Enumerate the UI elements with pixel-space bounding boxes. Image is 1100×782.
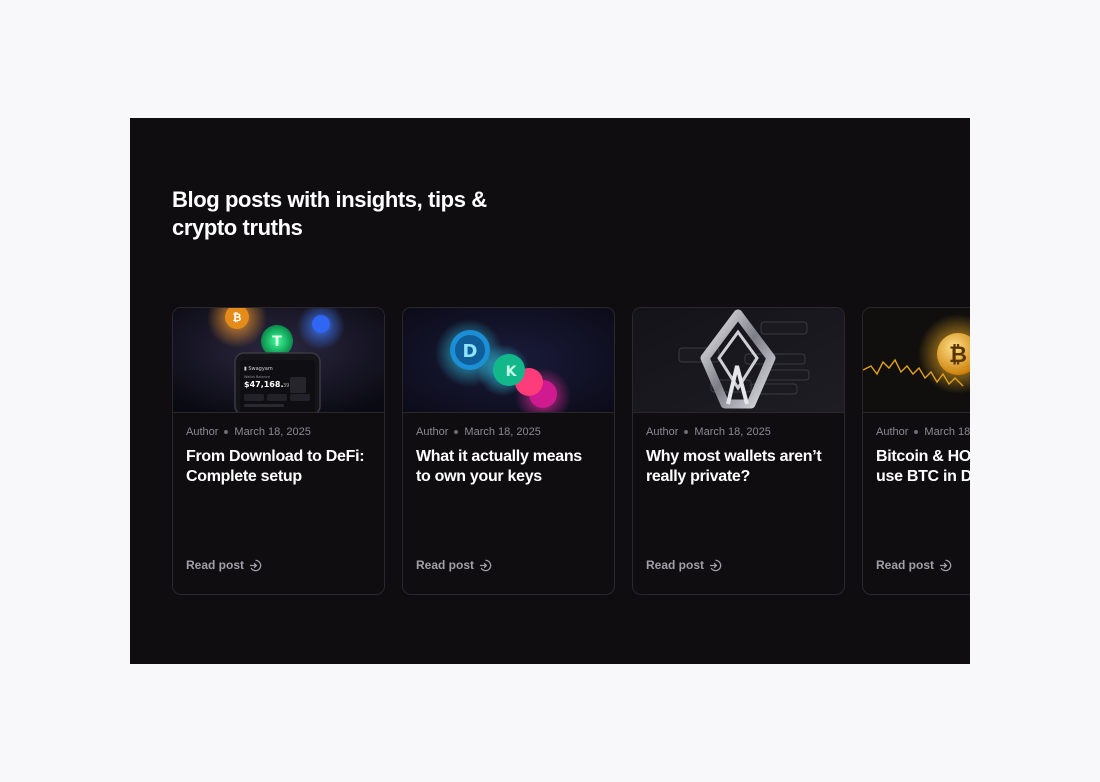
blog-card-meta: Author March 18, 2025: [416, 426, 541, 438]
post-author: Author: [646, 426, 679, 438]
wallet-balance-cents: 39: [283, 383, 289, 389]
meta-separator-dot: [224, 430, 229, 435]
svg-text:₿: ₿: [949, 343, 967, 368]
blog-card-image: ₿ T ▮ Swagyam Wallet Balance $47,168. 39: [173, 308, 384, 413]
read-post-link[interactable]: Read post: [646, 558, 722, 572]
blog-card-meta: Author March 18, 2025: [876, 426, 970, 438]
read-post-label: Read post: [186, 558, 245, 572]
arrow-enter-icon: [709, 559, 722, 571]
post-author: Author: [416, 426, 449, 438]
svg-text:T: T: [272, 334, 282, 350]
wallet-balance-text: $47,168.: [244, 380, 283, 389]
svg-text:K: K: [506, 364, 518, 380]
read-post-label: Read post: [646, 558, 705, 572]
blog-card[interactable]: D K Author March 18, 2025 What it actuall…: [402, 307, 615, 595]
blog-card[interactable]: Author March 18, 2025 Why most wallets ar…: [632, 307, 845, 595]
post-title[interactable]: Bitcoin & HOT: use BTC in DeFi: [876, 447, 970, 487]
read-post-link[interactable]: Read post: [416, 558, 492, 572]
post-date: March 18, 2025: [924, 426, 970, 438]
post-date: March 18, 2025: [464, 426, 541, 438]
meta-separator-dot: [684, 430, 689, 435]
svg-text:D: D: [463, 341, 478, 362]
blog-card-meta: Author March 18, 2025: [186, 426, 311, 438]
section-heading-line2: crypto truths: [172, 215, 303, 240]
svg-text:▮ Swagyam: ▮ Swagyam: [244, 366, 273, 372]
meta-separator-dot: [454, 430, 459, 435]
read-post-label: Read post: [416, 558, 475, 572]
blog-card[interactable]: ₿ Author March 18, 2025 Bitcoin & HOT: us…: [862, 307, 970, 595]
read-post-link[interactable]: Read post: [876, 558, 952, 572]
post-author: Author: [186, 426, 219, 438]
post-title[interactable]: Why most wallets aren’t really private?: [646, 447, 836, 487]
arrow-enter-icon: [939, 559, 952, 571]
blog-card-image: [633, 308, 844, 413]
post-date: March 18, 2025: [234, 426, 311, 438]
blog-card-meta: Author March 18, 2025: [646, 426, 771, 438]
blog-card-carousel: ₿ T ▮ Swagyam Wallet Balance $47,168. 39: [172, 307, 970, 595]
blog-card[interactable]: ₿ T ▮ Swagyam Wallet Balance $47,168. 39: [172, 307, 385, 595]
blog-card-image: D K: [403, 308, 614, 413]
post-date: March 18, 2025: [694, 426, 771, 438]
blog-section: Blog posts with insights, tips & crypto …: [130, 118, 970, 664]
meta-separator-dot: [914, 430, 919, 435]
section-heading: Blog posts with insights, tips & crypto …: [172, 186, 512, 242]
svg-text:₿: ₿: [233, 311, 242, 324]
post-author: Author: [876, 426, 909, 438]
svg-text:Wallet Balance: Wallet Balance: [244, 375, 270, 379]
read-post-label: Read post: [876, 558, 935, 572]
arrow-enter-icon: [479, 559, 492, 571]
post-title[interactable]: What it actually means to own your keys: [416, 447, 606, 487]
post-title[interactable]: From Download to DeFi: Complete setup: [186, 447, 376, 487]
arrow-enter-icon: [249, 559, 262, 571]
section-heading-line1: Blog posts with insights, tips &: [172, 187, 487, 212]
blog-card-image: ₿: [863, 308, 970, 413]
read-post-link[interactable]: Read post: [186, 558, 262, 572]
